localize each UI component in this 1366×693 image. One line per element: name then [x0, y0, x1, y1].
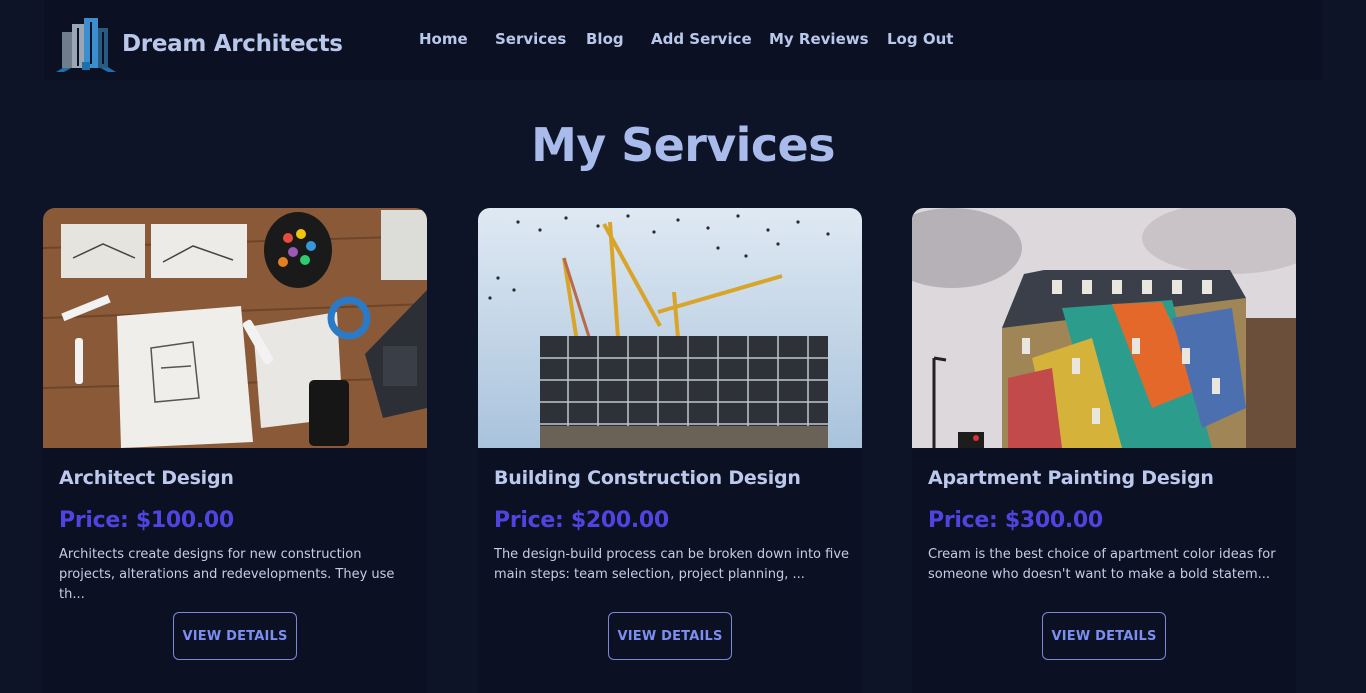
view-details-button[interactable]: VIEW DETAILS	[1042, 612, 1166, 660]
view-details-button[interactable]: VIEW DETAILS	[173, 612, 297, 660]
service-title: Building Construction Design	[494, 467, 801, 489]
nav-home-link[interactable]: Home	[419, 30, 468, 48]
nav-add-service-link[interactable]: Add Service	[651, 30, 752, 48]
navbar: Dream Architects Home Services Blog Add …	[44, 0, 1322, 80]
service-card: Architect Design Price: $100.00 Architec…	[43, 208, 427, 693]
nav-services-link[interactable]: Services	[495, 30, 566, 48]
nav-log-out-link[interactable]: Log Out	[887, 30, 953, 48]
service-image-construction-site	[478, 208, 862, 448]
service-description: Architects create designs for new constr…	[59, 547, 395, 602]
service-price: Price: $300.00	[928, 508, 1103, 533]
service-price: Price: $200.00	[494, 508, 669, 533]
service-image-architect-desk	[43, 208, 427, 448]
service-price: Price: $100.00	[59, 508, 234, 533]
service-card: Building Construction Design Price: $200…	[478, 208, 862, 693]
service-image-painted-building	[912, 208, 1296, 448]
service-description: The design-build process can be broken d…	[494, 547, 850, 582]
service-description: Cream is the best choice of apartment co…	[928, 547, 1276, 582]
service-title: Apartment Painting Design	[928, 467, 1214, 489]
nav-blog-link[interactable]: Blog	[586, 30, 624, 48]
nav-links: Home Services Blog Add Service My Review…	[44, 30, 1322, 54]
nav-my-reviews-link[interactable]: My Reviews	[769, 30, 869, 48]
view-details-button[interactable]: VIEW DETAILS	[608, 612, 732, 660]
page-title: My Services	[531, 118, 835, 172]
service-card: Apartment Painting Design Price: $300.00…	[912, 208, 1296, 693]
service-title: Architect Design	[59, 467, 234, 489]
